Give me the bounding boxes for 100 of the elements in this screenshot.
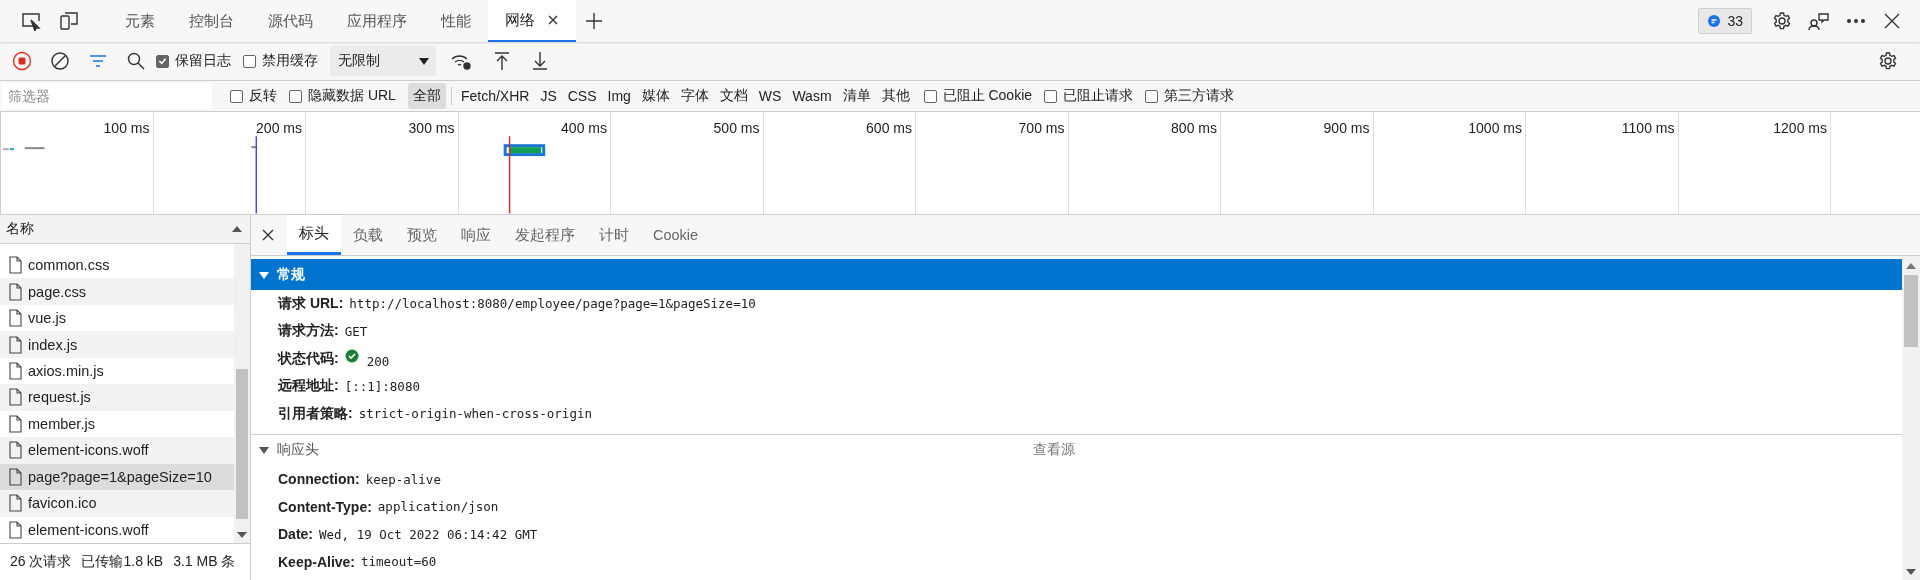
detail-tab[interactable]: 响应: [449, 215, 503, 255]
scroll-down-icon[interactable]: [1906, 568, 1916, 576]
scroll-down-icon[interactable]: [237, 531, 247, 539]
type-filter[interactable]: 全部: [407, 83, 446, 109]
tick-label: 900 ms: [1323, 120, 1370, 136]
panel-tab[interactable]: 控制台: [172, 0, 251, 42]
inspect-icon[interactable]: [20, 11, 42, 31]
tick-label: 1100 ms: [1621, 120, 1675, 136]
request-bar: [503, 144, 546, 157]
type-filter[interactable]: 文档: [714, 83, 753, 109]
tick-label: 200 ms: [256, 120, 302, 136]
header-value: Wed, 19 Oct 2022 06:14:42 GMT: [319, 526, 538, 542]
issues-button[interactable]: 33: [1698, 8, 1752, 34]
tick-label: 500 ms: [713, 120, 760, 136]
close-icon[interactable]: [261, 228, 275, 242]
header-value: 200: [366, 354, 390, 370]
close-icon[interactable]: [1882, 11, 1902, 31]
panel-tab[interactable]: 网络: [488, 0, 576, 42]
caret-icon: [418, 56, 430, 66]
file-icon: [8, 520, 22, 539]
request-row[interactable]: page.css: [0, 278, 234, 305]
scrollbar-thumb[interactable]: [236, 369, 248, 519]
header-value: timeout=60: [361, 554, 437, 570]
clear-icon[interactable]: [50, 51, 70, 71]
file-icon: [8, 362, 22, 381]
request-row[interactable]: request.js: [0, 384, 234, 411]
file-icon: [8, 256, 22, 275]
panel-tab[interactable]: 应用程序: [330, 0, 424, 42]
detail-tab[interactable]: 负载: [341, 215, 395, 255]
header-value: GET: [344, 323, 368, 339]
tick-label: 800 ms: [1171, 120, 1217, 136]
scroll-up-icon[interactable]: [1906, 262, 1916, 270]
checkbox[interactable]: [1145, 89, 1159, 103]
scrollbar-thumb[interactable]: [1904, 275, 1918, 347]
checkbox[interactable]: [230, 89, 243, 103]
checkbox[interactable]: [289, 89, 302, 103]
header-value: application/json: [377, 499, 499, 515]
section-header[interactable]: 常规: [251, 259, 1902, 290]
checkbox-label: 第三方请求: [1164, 87, 1235, 105]
header-value: [::1]:8080: [344, 378, 420, 394]
section-title[interactable]: 响应头: [277, 441, 319, 459]
detail-tab[interactable]: Cookie: [641, 215, 711, 255]
header-value: keep-alive: [365, 471, 441, 487]
filter-field[interactable]: 筛选器: [2, 83, 212, 109]
file-icon: [8, 494, 22, 513]
type-filter[interactable]: CSS: [562, 84, 602, 108]
panel-tab[interactable]: 源代码: [251, 0, 330, 42]
header-name: 远程地址:: [278, 377, 339, 396]
close-icon[interactable]: [547, 14, 559, 26]
header-name: 状态代码:: [278, 349, 339, 368]
record-icon[interactable]: [12, 51, 32, 71]
header-name: Content-Type:: [278, 498, 372, 515]
detail-tab[interactable]: 预览: [395, 215, 449, 255]
download-icon[interactable]: [530, 51, 550, 71]
feedback-icon[interactable]: [1808, 11, 1830, 31]
checkbox[interactable]: [923, 89, 937, 103]
file-icon: [8, 335, 22, 354]
scroll-up-icon[interactable]: [232, 225, 242, 233]
checkbox-label: 已阻止请求: [1063, 87, 1134, 105]
detail-tab[interactable]: 计时: [587, 215, 641, 255]
detail-tab[interactable]: 发起程序: [503, 215, 587, 255]
header-value: http://localhost:8080/employee/page?page=1&pageSize=10: [349, 296, 756, 312]
message-icon: [1707, 14, 1722, 28]
checkbox[interactable]: [243, 54, 256, 68]
view-source-link[interactable]: 查看源: [1033, 441, 1075, 459]
type-filter[interactable]: 清单: [837, 83, 876, 109]
add-tab-icon[interactable]: [584, 11, 604, 31]
file-icon: [8, 388, 22, 407]
type-filter[interactable]: Img: [602, 84, 636, 108]
type-filter[interactable]: Fetch/XHR: [455, 84, 535, 108]
tick-label: 300 ms: [408, 120, 455, 136]
panel-tab[interactable]: 性能: [424, 0, 488, 42]
panel-tab[interactable]: 元素: [108, 0, 172, 42]
checkbox[interactable]: [1044, 89, 1058, 103]
device-icon[interactable]: [58, 11, 80, 31]
request-row[interactable]: element-icons.woff: [0, 437, 234, 464]
throttling-dropdown[interactable]: 无限制: [330, 46, 436, 76]
settings-icon[interactable]: [1878, 51, 1898, 71]
header-name: Date:: [278, 526, 313, 543]
column-header[interactable]: 名称: [6, 220, 34, 238]
type-filter[interactable]: 媒体: [636, 83, 675, 109]
tick-label: 1000 ms: [1468, 120, 1522, 136]
type-filter[interactable]: Wasm: [787, 84, 837, 108]
type-filter[interactable]: WS: [753, 84, 787, 108]
type-filter[interactable]: 字体: [675, 83, 714, 109]
checkbox-label: 禁用缓存: [262, 52, 318, 70]
checkbox-label: 保留日志: [175, 52, 231, 70]
request-row[interactable]: page?page=1&pageSize=10: [0, 463, 234, 491]
type-filter[interactable]: 其他: [876, 83, 915, 109]
request-row[interactable]: index.js: [0, 331, 234, 358]
tick-label: 100 ms: [103, 120, 150, 136]
type-filter[interactable]: JS: [535, 84, 562, 108]
detail-tab[interactable]: 标头: [287, 215, 341, 255]
checkbox[interactable]: [156, 54, 169, 68]
upload-icon[interactable]: [492, 51, 512, 71]
search-icon[interactable]: [126, 51, 146, 71]
file-icon: [8, 441, 22, 460]
file-icon: [8, 467, 22, 486]
request-row[interactable]: favicon.ico: [0, 490, 234, 517]
settings-icon[interactable]: [1772, 11, 1792, 31]
